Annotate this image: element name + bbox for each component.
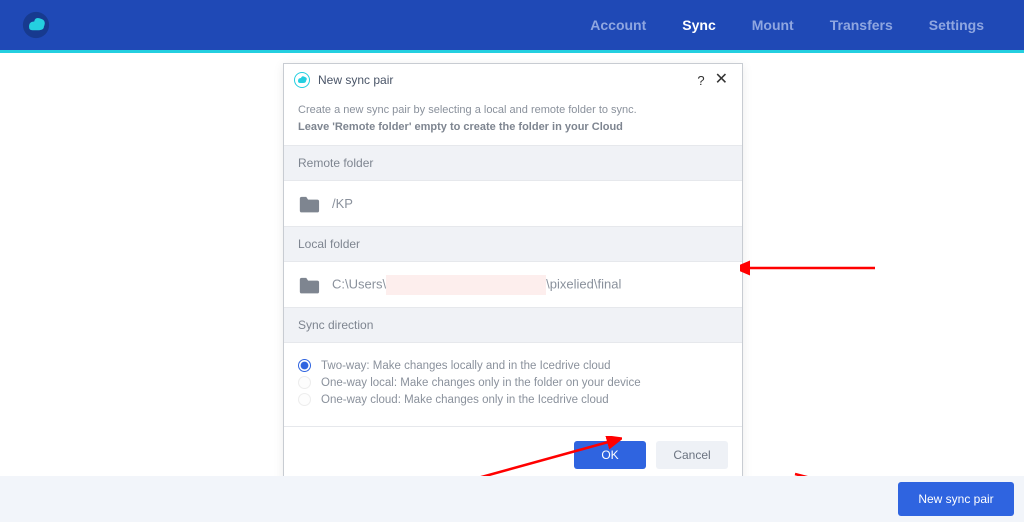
folder-icon — [298, 195, 320, 213]
dialog-instructions: Create a new sync pair by selecting a lo… — [284, 96, 742, 146]
nav-sync[interactable]: Sync — [664, 0, 733, 50]
sync-option-label: Two-way: Make changes locally and in the… — [321, 360, 611, 372]
dialog-buttons: OK Cancel — [284, 427, 742, 483]
sync-option-two-way[interactable]: Two-way: Make changes locally and in the… — [298, 359, 728, 372]
dialog-app-icon — [294, 72, 310, 88]
folder-icon — [298, 276, 320, 294]
sync-option-label: One-way local: Make changes only in the … — [321, 377, 641, 389]
radio-two-way[interactable] — [298, 359, 311, 372]
cancel-button[interactable]: Cancel — [656, 441, 728, 469]
radio-one-way-local[interactable] — [298, 376, 311, 389]
close-icon[interactable]: ✕ — [711, 72, 732, 88]
sync-direction-options: Two-way: Make changes locally and in the… — [284, 343, 742, 427]
remote-folder-row[interactable]: /KP — [284, 181, 742, 227]
ok-button[interactable]: OK — [574, 441, 646, 469]
radio-one-way-cloud[interactable] — [298, 393, 311, 406]
page-body: New sync pair ? ✕ Create a new sync pair… — [0, 53, 1024, 522]
local-path: C:\Users\\pixelied\final — [332, 275, 621, 295]
sync-option-label: One-way cloud: Make changes only in the … — [321, 394, 609, 406]
bottom-strip — [0, 476, 1024, 522]
remote-path: /KP — [332, 196, 353, 211]
dialog-title: New sync pair — [318, 73, 691, 87]
sync-direction-header: Sync direction — [284, 308, 742, 343]
new-sync-pair-button[interactable]: New sync pair — [898, 482, 1014, 516]
nav-links: Account Sync Mount Transfers Settings — [572, 0, 1002, 50]
local-folder-row[interactable]: C:\Users\\pixelied\final — [284, 262, 742, 308]
annotation-arrow-local-folder — [740, 253, 880, 283]
remote-folder-header: Remote folder — [284, 146, 742, 181]
help-icon[interactable]: ? — [691, 73, 710, 88]
instruction-line-2: Leave 'Remote folder' empty to create th… — [298, 119, 728, 136]
nav-account[interactable]: Account — [572, 0, 664, 50]
top-navbar: Account Sync Mount Transfers Settings — [0, 0, 1024, 50]
nav-settings[interactable]: Settings — [911, 0, 1002, 50]
instruction-line-1: Create a new sync pair by selecting a lo… — [298, 102, 728, 119]
nav-transfers[interactable]: Transfers — [812, 0, 911, 50]
sync-option-one-way-cloud[interactable]: One-way cloud: Make changes only in the … — [298, 393, 728, 406]
dialog-titlebar: New sync pair ? ✕ — [284, 64, 742, 96]
nav-mount[interactable]: Mount — [734, 0, 812, 50]
app-logo — [22, 11, 50, 39]
new-sync-pair-dialog: New sync pair ? ✕ Create a new sync pair… — [283, 63, 743, 484]
local-folder-header: Local folder — [284, 227, 742, 262]
redacted-block — [386, 275, 546, 295]
sync-option-one-way-local[interactable]: One-way local: Make changes only in the … — [298, 376, 728, 389]
